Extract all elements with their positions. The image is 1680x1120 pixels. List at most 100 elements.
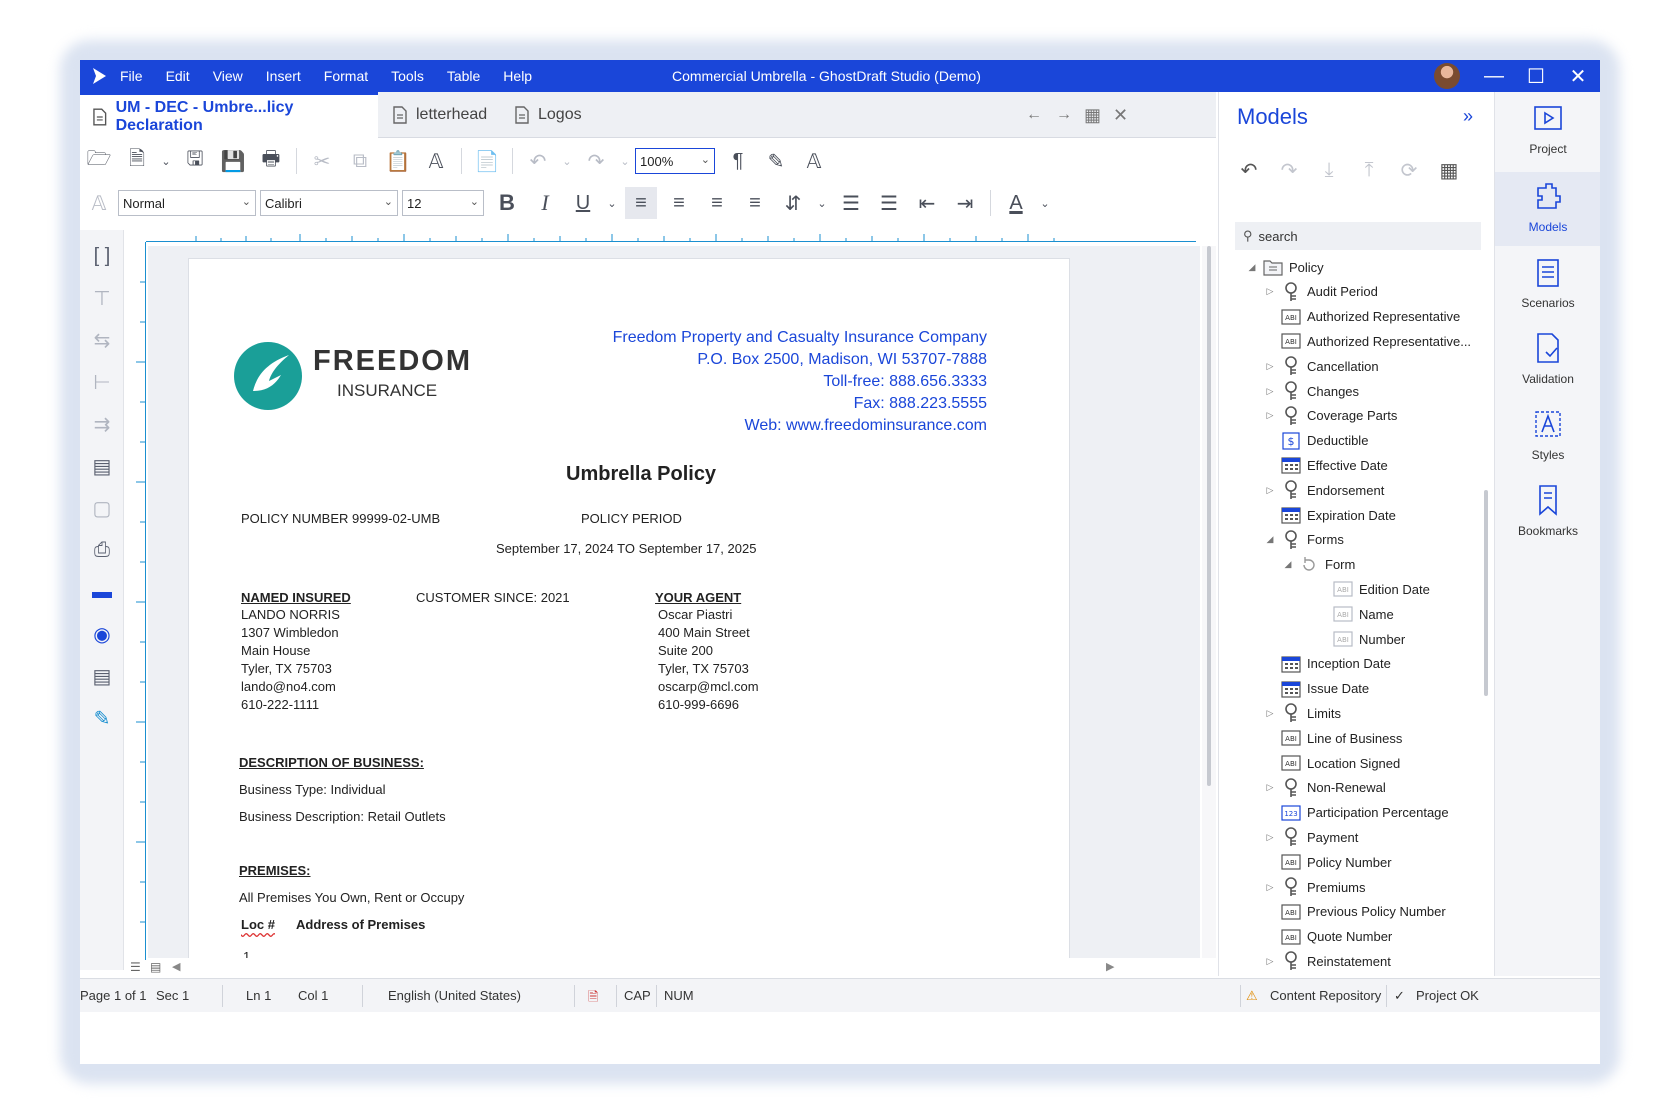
tree-scroll-thumb[interactable] <box>1484 490 1488 696</box>
highlight-fields-icon[interactable]: ▬ <box>86 576 118 608</box>
tree-node[interactable]: ABI Quote Number <box>1263 926 1392 948</box>
collapse-panel-icon[interactable]: » <box>1463 106 1473 127</box>
horizontal-ruler[interactable] <box>146 226 1196 242</box>
maximize-icon[interactable]: ☐ <box>1516 60 1556 92</box>
print-icon[interactable]: 🖶 <box>255 145 287 177</box>
paste-icon[interactable]: 📋 <box>382 145 414 177</box>
collapsed-arrow-icon[interactable]: ▷ <box>1263 361 1277 372</box>
insert-clip-icon[interactable]: ⎙ <box>86 534 118 566</box>
tree-node[interactable]: ABI Authorized Representative <box>1263 306 1460 328</box>
model-structure-icon[interactable]: ▦ <box>1433 154 1465 186</box>
menu-file[interactable]: File <box>120 68 143 84</box>
tree-node[interactable]: ▷ Cancellation <box>1263 355 1379 377</box>
zoom-select[interactable]: 100% ⌄ <box>635 148 715 174</box>
tree-node[interactable]: Inception Date <box>1263 653 1391 675</box>
tree-node[interactable]: ABI Edition Date <box>1315 578 1430 600</box>
tree-node[interactable]: ABI Location Signed <box>1263 752 1400 774</box>
collapsed-arrow-icon[interactable]: ▷ <box>1263 485 1277 496</box>
decrease-indent-icon[interactable]: ⇤ <box>911 187 943 219</box>
tree-node[interactable]: ABI Number <box>1315 628 1405 650</box>
scroll-right-icon[interactable]: ▶ <box>1106 960 1114 973</box>
close-tab-icon[interactable]: ✕ <box>1113 105 1128 126</box>
expanded-arrow-icon[interactable]: ◢ <box>1263 534 1277 545</box>
tab-umbrella-declaration[interactable]: UM - DEC - Umbre...licy Declaration <box>80 92 378 138</box>
increase-indent-icon[interactable]: ⇥ <box>949 187 981 219</box>
collapsed-arrow-icon[interactable]: ▷ <box>1263 882 1277 893</box>
tree-node[interactable]: ABI Policy Number <box>1263 851 1392 873</box>
align-center-icon[interactable]: ≡ <box>663 187 695 219</box>
font-color-icon[interactable]: A <box>1000 187 1032 219</box>
tree-node[interactable]: ▷ Premiums <box>1263 876 1366 898</box>
vertical-ruler[interactable] <box>128 242 146 962</box>
menu-tools[interactable]: Tools <box>391 68 424 84</box>
cut-icon[interactable]: ✂ <box>306 145 338 177</box>
menu-table[interactable]: Table <box>447 68 480 84</box>
grid-icon[interactable]: ▦ <box>1084 105 1101 126</box>
new-document-icon[interactable]: 🗎 <box>121 145 153 177</box>
redo-icon[interactable]: ↷ <box>1273 154 1305 186</box>
arrow-left-icon[interactable]: ← <box>1026 106 1042 124</box>
tree-node[interactable]: ABI Previous Policy Number <box>1263 901 1446 923</box>
bold-icon[interactable]: B <box>491 187 523 219</box>
chevron-down-icon[interactable]: ⌄ <box>605 187 619 219</box>
styles-icon[interactable]: 𝔸 <box>83 187 115 219</box>
tree-node[interactable]: ▷ Coverage Parts <box>1263 405 1397 427</box>
chevron-down-icon[interactable]: ⌄ <box>159 145 173 177</box>
pilcrow-icon[interactable]: ¶ <box>722 145 754 177</box>
expanded-arrow-icon[interactable]: ◢ <box>1245 262 1259 273</box>
nav-scenarios[interactable]: Scenarios <box>1495 248 1600 322</box>
tree-node[interactable]: 123 Participation Percentage <box>1263 802 1449 824</box>
insert-conditional-icon[interactable]: ⊤ <box>86 282 118 314</box>
collapsed-arrow-icon[interactable]: ▷ <box>1263 386 1277 397</box>
document-page[interactable]: FREEDOM INSURANCE Freedom Property and C… <box>188 258 1070 958</box>
tree-node[interactable]: Expiration Date <box>1263 504 1396 526</box>
ghostdraft-logo-icon[interactable] <box>89 66 109 86</box>
font-size-select[interactable]: 12 ⌄ <box>402 190 484 216</box>
tree-node[interactable]: ABI Line of Business <box>1263 727 1402 749</box>
tree-node[interactable]: ▷ Changes <box>1263 380 1359 402</box>
scroll-thumb[interactable] <box>1207 246 1211 786</box>
open-folder-icon[interactable]: 🗁 <box>83 145 115 177</box>
undo-icon[interactable]: ↶ <box>1233 154 1265 186</box>
tree-node[interactable]: ▷ Limits <box>1263 702 1341 724</box>
tab-letterhead[interactable]: letterhead <box>380 92 500 138</box>
status-language[interactable]: English (United States) <box>388 988 521 1003</box>
download-icon[interactable]: ⤓ <box>1313 154 1345 186</box>
paste-special-icon[interactable]: 📄 <box>471 145 503 177</box>
justify-icon[interactable]: ≡ <box>739 187 771 219</box>
close-window-icon[interactable]: ✕ <box>1558 60 1598 92</box>
horizontal-scrollbar[interactable]: ☰ ▤ ◀ ▶ <box>124 960 1214 976</box>
nav-styles[interactable]: Styles <box>1495 400 1600 474</box>
insert-list-icon[interactable]: ⇉ <box>86 408 118 440</box>
copy-icon[interactable]: ⧉ <box>344 145 376 177</box>
document-canvas[interactable]: FREEDOM INSURANCE Freedom Property and C… <box>148 246 1200 958</box>
tree-node[interactable]: ▷ Reinstatement <box>1263 950 1391 972</box>
expanded-arrow-icon[interactable]: ◢ <box>1281 559 1295 570</box>
document-scrollbar[interactable] <box>1202 246 1216 958</box>
tree-node[interactable]: ▷ Non-Renewal <box>1263 777 1386 799</box>
save-icon[interactable]: 🖫 <box>179 145 211 177</box>
chevron-down-icon[interactable]: ⌄ <box>560 145 574 177</box>
minimize-icon[interactable]: — <box>1474 60 1514 92</box>
font-select[interactable]: Calibri ⌄ <box>260 190 398 216</box>
chevron-down-icon[interactable]: ⌄ <box>1038 187 1052 219</box>
nav-models[interactable]: Models <box>1495 172 1600 246</box>
line-spacing-icon[interactable]: ⇵ <box>777 187 809 219</box>
help-chat-icon[interactable]: ✎ <box>86 702 118 734</box>
collapsed-arrow-icon[interactable]: ▷ <box>1263 286 1277 297</box>
tree-node[interactable]: ◢ Form <box>1281 554 1355 576</box>
collapsed-arrow-icon[interactable]: ▷ <box>1263 956 1277 967</box>
status-project[interactable]: Project OK <box>1416 988 1479 1003</box>
spell-check-icon[interactable]: 𝔸 <box>798 145 830 177</box>
models-search-input[interactable]: ⚲ search <box>1235 222 1481 250</box>
scroll-left-icon[interactable]: ◀ <box>172 960 180 973</box>
tree-node[interactable]: ▷ Payment <box>1263 826 1358 848</box>
tree-node[interactable]: ABI Authorized Representative... <box>1263 330 1471 352</box>
field-bracket-icon[interactable]: [ ] <box>86 240 118 272</box>
numbered-list-icon[interactable]: ☰ <box>835 187 867 219</box>
insert-block-icon[interactable]: ▤ <box>86 450 118 482</box>
arrow-right-icon[interactable]: → <box>1056 106 1072 124</box>
save-all-icon[interactable]: 💾 <box>217 145 249 177</box>
tree-node[interactable]: Effective Date <box>1263 454 1388 476</box>
collapsed-arrow-icon[interactable]: ▷ <box>1263 832 1277 843</box>
